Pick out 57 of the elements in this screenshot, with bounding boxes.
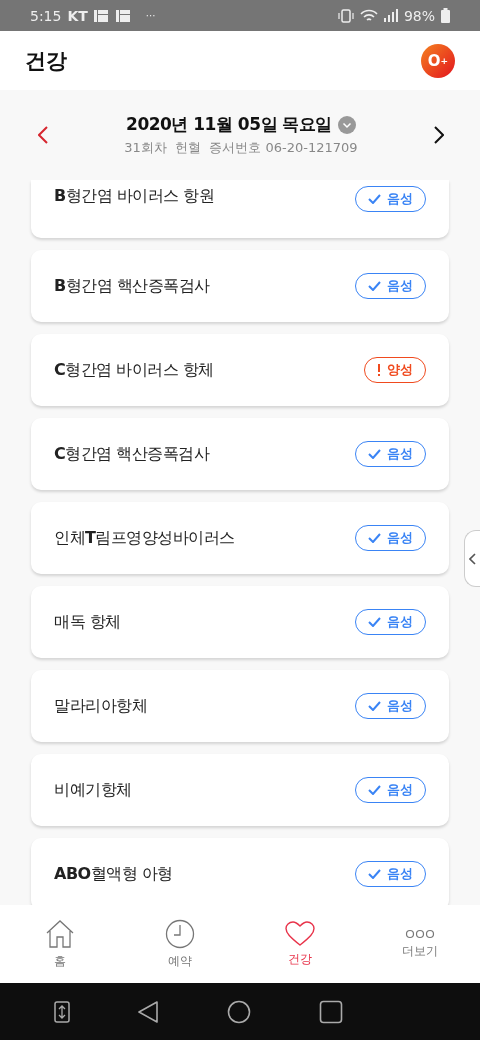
date-title: 2020년 11월 05일 목요일	[126, 113, 332, 136]
test-name: 인체T림프영양성바이러스	[54, 527, 235, 549]
check-icon	[368, 785, 381, 795]
nav-tab[interactable]: 건강	[240, 905, 360, 983]
dropdown-icon[interactable]	[337, 115, 356, 134]
nav-tab[interactable]: 예약	[120, 905, 240, 983]
test-name: 비예기항체	[54, 779, 132, 801]
signal-icon	[383, 9, 398, 22]
page-title: 건강	[25, 47, 67, 75]
result-text: 음성	[387, 529, 413, 547]
test-name: B형간염 핵산증폭검사	[54, 275, 210, 297]
check-icon	[368, 281, 381, 291]
test-name: C형간염 핵산증폭검사	[54, 443, 210, 465]
result-text: 양성	[387, 361, 413, 379]
heart-icon	[285, 920, 315, 947]
result-text: 음성	[387, 445, 413, 463]
more-notifications: ···	[145, 10, 156, 21]
home-button-icon[interactable]	[227, 999, 251, 1024]
vibrate-icon	[337, 8, 354, 23]
status-time: 5:15	[30, 7, 62, 24]
home-icon	[45, 918, 75, 949]
more-icon	[405, 928, 435, 939]
test-name: 매독 항체	[54, 611, 121, 633]
test-name: C형간염 바이러스 항체	[54, 359, 214, 381]
check-icon	[368, 617, 381, 627]
nav-tab[interactable]: 더보기	[360, 905, 480, 983]
result-text: 음성	[387, 190, 413, 208]
check-icon	[368, 701, 381, 711]
nav-tab[interactable]: 홈	[0, 905, 120, 983]
result-text: 음성	[387, 865, 413, 883]
battery-icon	[441, 8, 450, 23]
side-panel-handle[interactable]	[464, 530, 480, 587]
wifi-icon	[359, 8, 378, 23]
chevron-icon	[469, 552, 476, 565]
result-text: 음성	[387, 697, 413, 715]
rotate-icon[interactable]	[53, 1000, 70, 1023]
check-icon	[368, 194, 381, 204]
exclamation-icon	[377, 364, 381, 376]
result-text: 음성	[387, 277, 413, 295]
result-text: 음성	[387, 781, 413, 799]
check-icon	[368, 449, 381, 459]
test-name: 말라리아항체	[54, 695, 147, 717]
test-name: B형간염 바이러스 항원	[54, 186, 215, 207]
check-icon	[368, 533, 381, 543]
battery-percent: 98%	[403, 7, 435, 24]
donation-info: 31회차 헌혈 증서번호 06-20-121709	[124, 139, 358, 157]
next-icon[interactable]	[434, 126, 444, 144]
back-icon[interactable]	[137, 999, 160, 1024]
test-name: ABO혈액형 아형	[54, 863, 173, 885]
blood-type-badge[interactable]: O$^{+}$	[421, 43, 455, 78]
previous-icon[interactable]	[38, 126, 48, 144]
carrier-name: KT	[67, 7, 88, 24]
result-text: 음성	[387, 613, 413, 631]
check-icon	[368, 869, 381, 879]
notification-icon	[93, 9, 132, 22]
clock-icon	[165, 918, 195, 949]
recents-icon[interactable]	[318, 999, 343, 1024]
